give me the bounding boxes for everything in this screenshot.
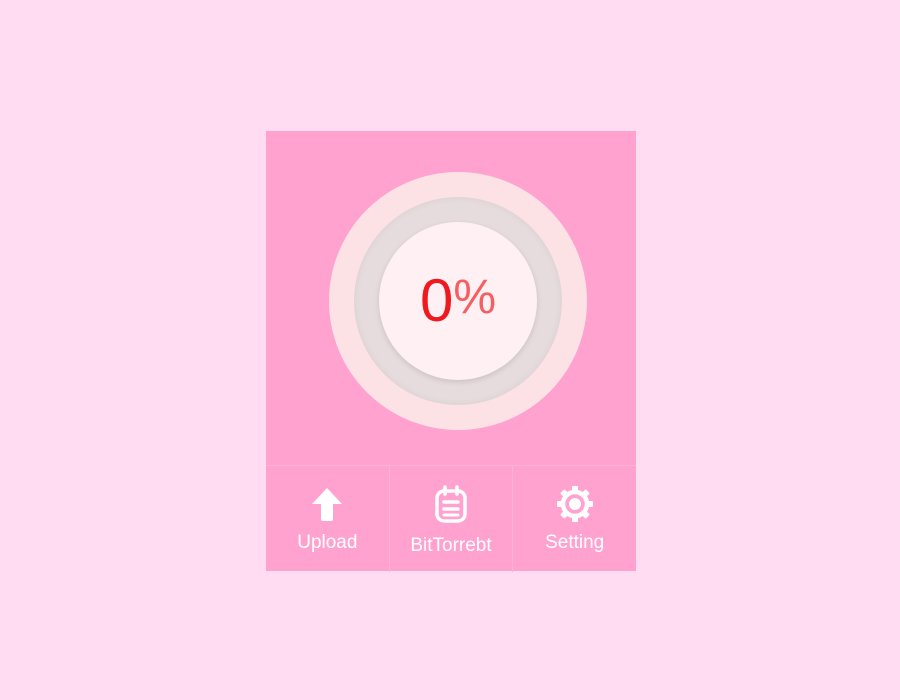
gear-icon <box>555 484 595 524</box>
progress-value: 0 <box>419 267 454 334</box>
progress-track: 0% <box>354 197 562 405</box>
progress-dial: 0% <box>329 172 587 430</box>
upload-label: Upload <box>297 532 358 553</box>
download-panel: 0% Upload BitTorrebt Setting <box>266 131 636 572</box>
bittorrent-button[interactable]: BitTorrebt <box>388 466 513 572</box>
bottom-toolbar: Upload BitTorrebt Setting <box>266 465 636 572</box>
progress-unit: % <box>453 271 497 324</box>
progress-readout: 0% <box>379 222 537 380</box>
bittorrent-label: BitTorrebt <box>410 535 492 556</box>
upload-arrow-icon <box>307 484 347 524</box>
setting-button[interactable]: Setting <box>512 466 636 572</box>
setting-label: Setting <box>545 532 605 553</box>
upload-button[interactable]: Upload <box>266 466 389 572</box>
notepad-icon <box>431 484 471 524</box>
